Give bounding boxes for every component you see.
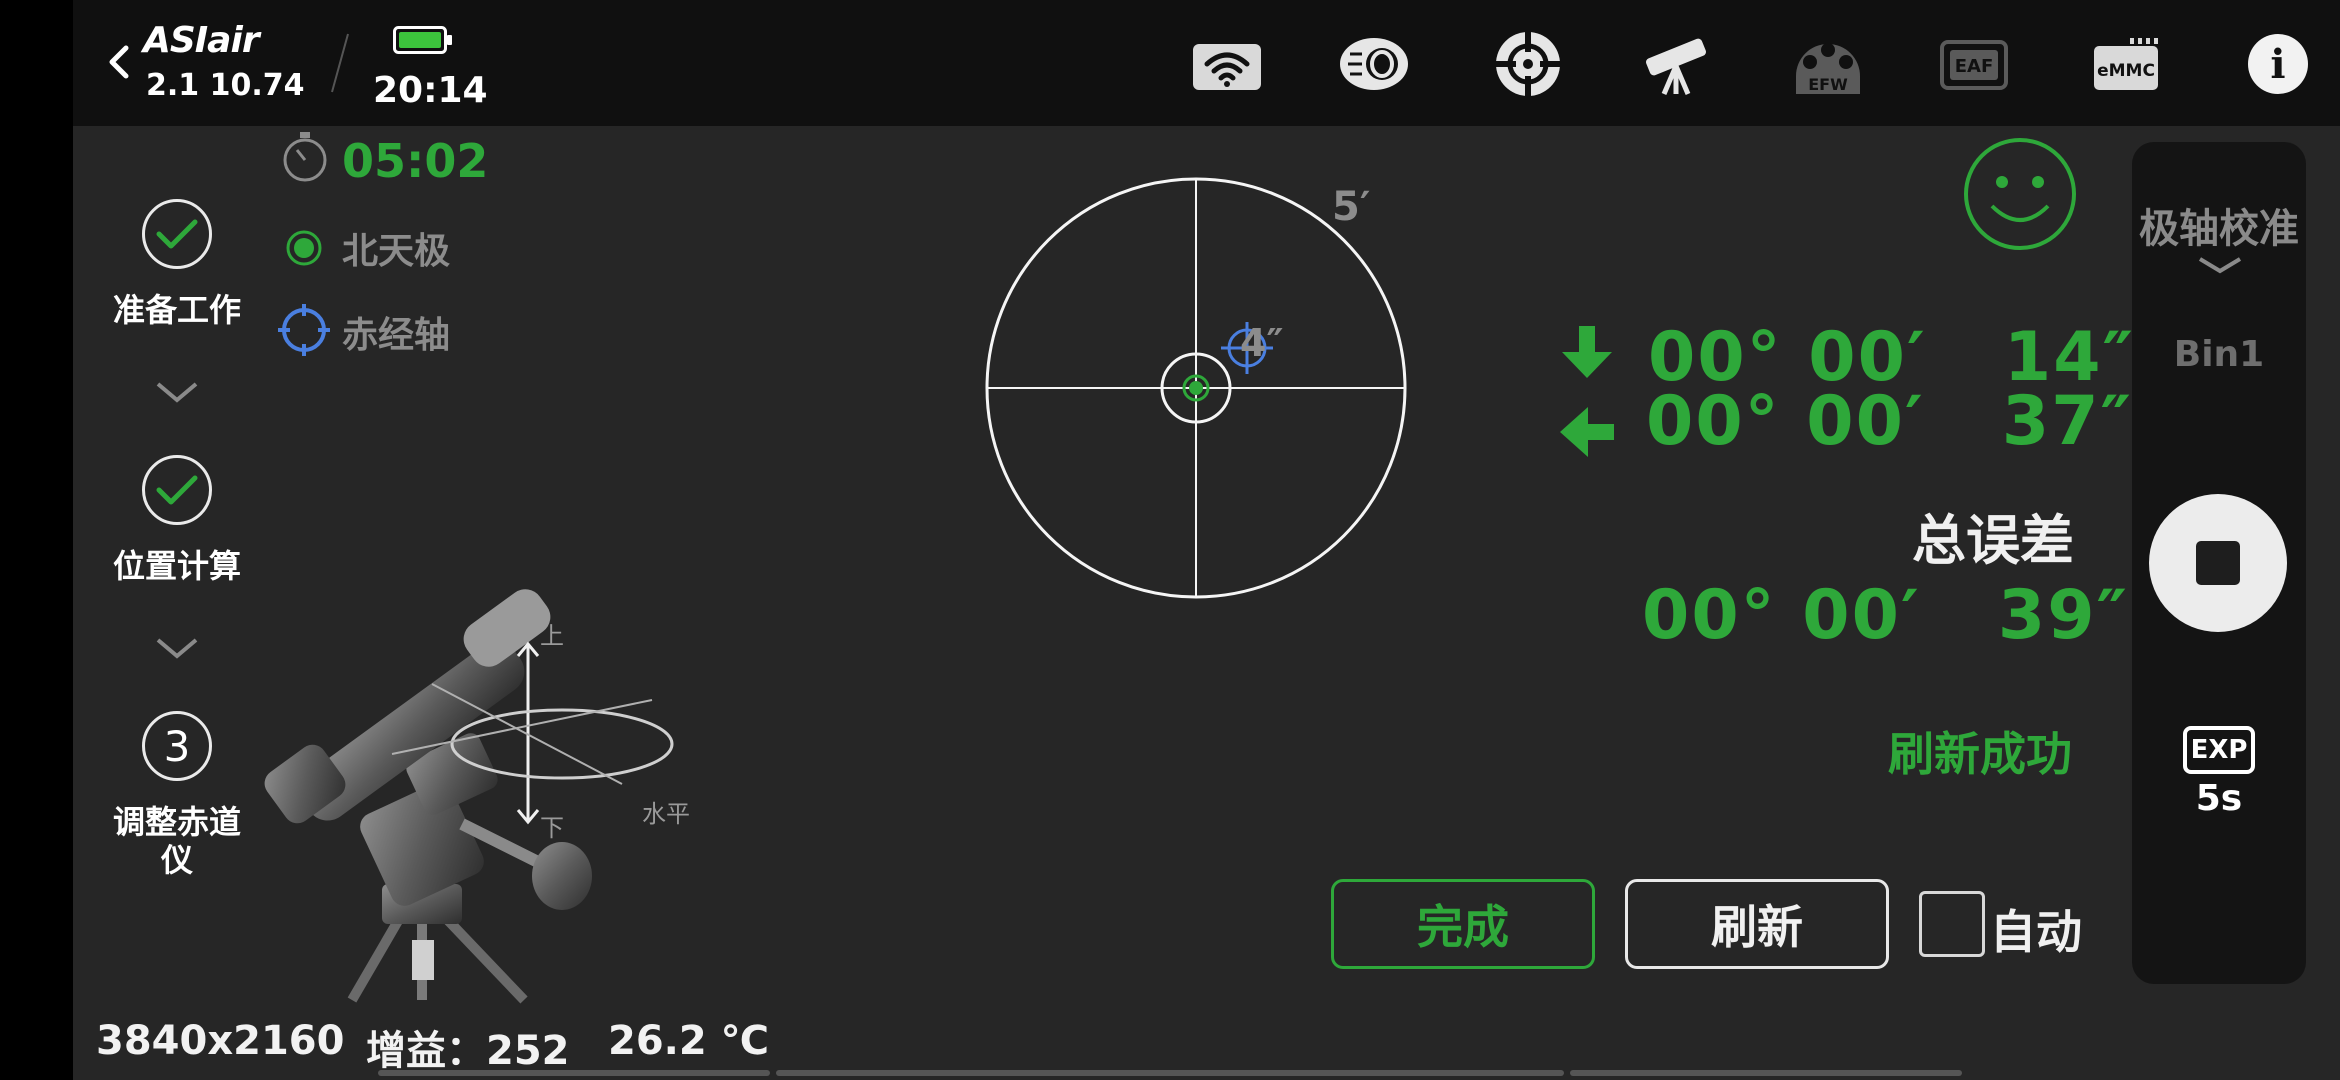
step-2-label: 位置计算 bbox=[112, 547, 241, 585]
total-error-value: 00° 00′ 39″ bbox=[1642, 576, 2129, 655]
info-label: i bbox=[2270, 41, 2285, 88]
info-icon[interactable]: i bbox=[2242, 30, 2314, 98]
scroll-indicator bbox=[776, 1070, 1564, 1076]
polar-target-reticle: 5′ 4″ bbox=[985, 177, 1407, 599]
inner-marker-label: 4″ bbox=[1240, 321, 1283, 365]
battery-icon bbox=[393, 26, 452, 54]
refresh-status-text: 刷新成功 bbox=[1888, 727, 2072, 781]
arrow-down-icon bbox=[1562, 326, 1612, 378]
exposure-icon[interactable]: EXP bbox=[2183, 726, 2255, 774]
step-3-label: 调整赤道 仪 bbox=[112, 803, 241, 879]
stop-icon bbox=[2196, 541, 2240, 585]
north-pole-legend: 北天极 bbox=[342, 231, 451, 272]
ra-axis-marker-icon bbox=[278, 304, 330, 356]
auto-label[interactable]: 自动 bbox=[1990, 896, 2082, 962]
scroll-indicator bbox=[1570, 1070, 1962, 1076]
telescope-icon[interactable] bbox=[1640, 30, 1712, 98]
done-button[interactable]: 完成 bbox=[1331, 879, 1595, 969]
total-error-label: 总误差 bbox=[1912, 509, 2074, 572]
resolution-text: 3840x2160 bbox=[96, 1018, 345, 1064]
equatorial-mount-illustration: 上 下 水平 bbox=[264, 589, 690, 1004]
efw-icon[interactable]: EFW bbox=[1792, 30, 1864, 98]
mount-horizontal-label: 水平 bbox=[642, 800, 690, 828]
chevron-down-icon bbox=[156, 382, 198, 403]
chevron-down-icon bbox=[156, 638, 198, 659]
exposure-value[interactable]: 5s bbox=[2134, 778, 2304, 819]
stopwatch-icon bbox=[283, 132, 327, 182]
emmc-label: eMMC bbox=[2097, 61, 2155, 81]
left-edge-strip bbox=[0, 0, 73, 1080]
chevron-down-icon[interactable] bbox=[2196, 255, 2244, 275]
altitude-error-value: 00° 00′ 14″ bbox=[1648, 318, 2135, 388]
efw-label: EFW bbox=[1808, 75, 1848, 94]
eaf-icon[interactable]: EAF bbox=[1938, 30, 2010, 98]
azimuth-error-value: 00° 00′ 37″ bbox=[1646, 382, 2133, 461]
divider bbox=[331, 33, 349, 93]
eaf-label: EAF bbox=[1955, 56, 1994, 77]
scroll-indicator bbox=[378, 1070, 770, 1076]
wifi-icon[interactable] bbox=[1191, 30, 1263, 98]
smiley-icon bbox=[1964, 138, 2076, 250]
temperature-text: 26.2 ℃ bbox=[608, 1018, 770, 1064]
guide-icon[interactable] bbox=[1492, 30, 1564, 98]
north-pole-marker-icon bbox=[286, 230, 322, 266]
emmc-icon[interactable]: eMMC bbox=[2090, 30, 2162, 98]
step-1-check-icon bbox=[142, 199, 212, 269]
gain-text: 增益：252 bbox=[366, 1028, 570, 1074]
mount-down-label: 下 bbox=[540, 814, 564, 842]
mount-up-label: 上 bbox=[540, 622, 564, 650]
outer-ring-label: 5′ bbox=[1332, 184, 1370, 230]
back-arrow-icon[interactable] bbox=[104, 42, 134, 82]
step-1-label: 准备工作 bbox=[112, 291, 241, 329]
refresh-button[interactable]: 刷新 bbox=[1625, 879, 1889, 969]
elapsed-timer: 05:02 bbox=[342, 134, 489, 188]
bin-selector[interactable]: Bin1 bbox=[2134, 334, 2304, 375]
auto-checkbox[interactable] bbox=[1919, 891, 1985, 957]
step-2-check-icon bbox=[142, 455, 212, 525]
camera-icon[interactable] bbox=[1338, 30, 1410, 98]
ra-axis-legend: 赤经轴 bbox=[342, 315, 451, 356]
arrow-left-icon bbox=[1560, 407, 1614, 457]
version-text: 2.1 10.74 bbox=[146, 68, 305, 103]
mode-selector[interactable]: 极轴校准 bbox=[2134, 196, 2304, 254]
asiair-logo: ASIair bbox=[143, 20, 260, 61]
step-3-number: 3 bbox=[142, 711, 212, 781]
clock-time: 20:14 bbox=[373, 70, 488, 111]
